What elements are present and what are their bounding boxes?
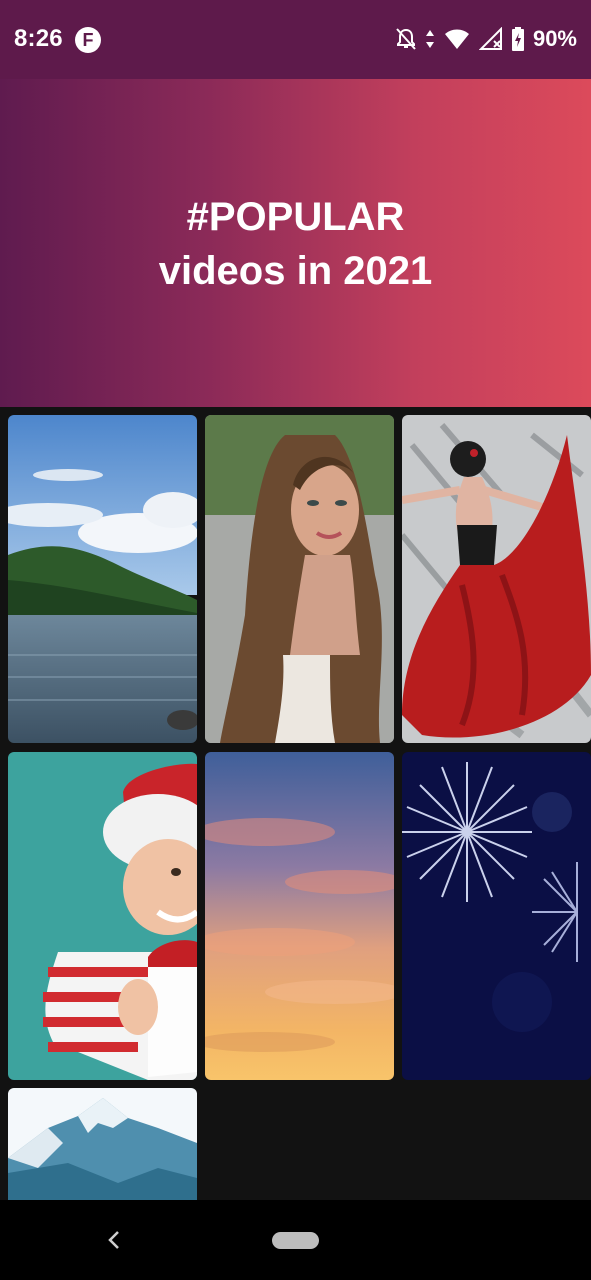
santa-hat-boy-thumbnail[interactable] bbox=[8, 752, 197, 1080]
home-pill[interactable] bbox=[272, 1232, 319, 1249]
navigation-bar bbox=[0, 1200, 591, 1280]
fireworks-thumbnail[interactable] bbox=[402, 752, 591, 1080]
back-icon[interactable] bbox=[104, 1228, 124, 1252]
sunset-sky-thumbnail[interactable] bbox=[205, 752, 394, 1080]
hero-subtitle: videos in 2021 bbox=[158, 249, 433, 293]
dancer-painting-thumbnail[interactable] bbox=[402, 415, 591, 743]
battery-icon bbox=[511, 27, 524, 51]
app-notification-icon: F bbox=[75, 27, 101, 53]
woman-portrait-thumbnail[interactable] bbox=[205, 415, 394, 743]
hero-banner: #POPULAR videos in 2021 bbox=[0, 79, 591, 407]
river-landscape-thumbnail[interactable] bbox=[8, 415, 197, 743]
snowy-mountain-thumbnail[interactable] bbox=[8, 1088, 197, 1200]
cell-signal-icon bbox=[478, 27, 502, 50]
battery-percent: 90% bbox=[532, 26, 577, 51]
status-bar: 8:26 F 90% bbox=[0, 0, 591, 79]
data-arrows-icon bbox=[425, 30, 434, 48]
notifications-off-icon bbox=[396, 28, 416, 50]
hero-title: #POPULAR bbox=[186, 195, 405, 239]
status-icons: 90% bbox=[395, 24, 577, 54]
wifi-icon bbox=[444, 29, 469, 49]
video-grid bbox=[0, 407, 591, 1200]
status-time: 8:26 bbox=[14, 25, 63, 52]
